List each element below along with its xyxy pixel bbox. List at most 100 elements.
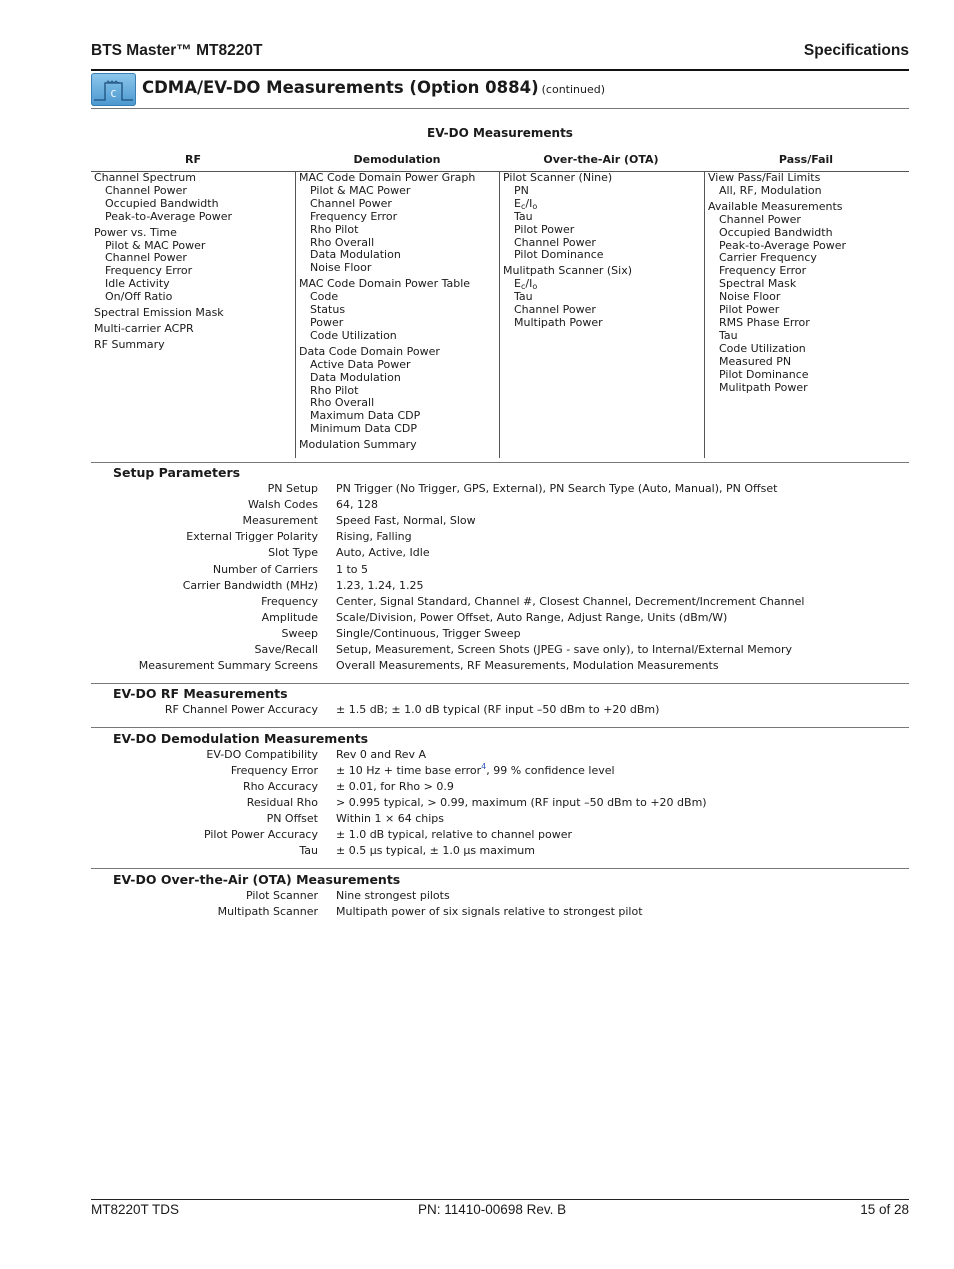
cdma-option-icon: C: [91, 73, 136, 106]
spec-value: 1 to 5: [336, 562, 369, 576]
measurement-group: Data Code Domain Power Active Data Power D…: [299, 345, 500, 436]
spec-row: PN Offset Within 1 × 64 chips: [91, 812, 909, 828]
spec-label: RF Channel Power Accuracy: [164, 703, 318, 716]
measurement-group-heading: MAC Code Domain Power Graph: [299, 171, 476, 184]
product-name: BTS Master™ MT8220T: [91, 42, 263, 59]
spec-value: Multipath power of six signals relative …: [336, 905, 643, 918]
column-pass-fail: View Pass/Fail Limits All, RF, Modulation…: [704, 171, 909, 458]
spec-label: External Trigger Polarity: [186, 530, 318, 544]
measurement-group: Multi-carrier ACPR: [94, 321, 295, 336]
measurement-item: Minimum Data CDP: [310, 422, 418, 436]
spec-value: Scale/Division, Power Offset, Auto Range…: [336, 610, 728, 624]
measurement-item: Pilot Power: [514, 222, 575, 236]
measurement-group-heading: Multi-carrier ACPR: [94, 321, 194, 335]
measurement-item: Frequency Error: [310, 209, 398, 223]
measurement-item: Data Modulation: [310, 370, 401, 384]
spec-value: Nine strongest pilots: [336, 889, 450, 902]
page-header: BTS Master™ MT8220T Specifications: [91, 42, 909, 62]
measurement-item: Mulitpath Power: [719, 380, 808, 394]
spec-value: Center, Signal Standard, Channel #, Clos…: [336, 594, 805, 608]
measurement-group: MAC Code Domain Power Graph Pilot & MAC P…: [299, 171, 500, 275]
spec-row: Save/Recall Setup, Measurement, Screen Sh…: [91, 643, 909, 659]
spec-label: Carrier Bandwidth (MHz): [182, 578, 318, 592]
rf-measurements-title: EV-DO RF Measurements: [113, 686, 288, 701]
measurement-item: Tau: [719, 328, 738, 342]
measurement-item: Channel Power: [719, 212, 801, 226]
measurement-item: RMS Phase Error: [719, 315, 810, 329]
col-header-ota: Over-the-Air (OTA): [543, 153, 659, 166]
spec-row: Walsh Codes 64, 128: [91, 498, 909, 514]
measurement-group: Modulation Summary: [299, 438, 500, 452]
section-title: CDMA/EV-DO Measurements (Option 0884) (co…: [142, 78, 605, 97]
spec-label: EV-DO Compatibility: [206, 748, 318, 761]
spec-label: Slot Type: [268, 546, 318, 560]
ota-measurements-title: EV-DO Over-the-Air (OTA) Measurements: [113, 872, 401, 887]
spec-row: Measurement Speed Fast, Normal, Slow: [91, 514, 909, 530]
measurement-item: Occupied Bandwidth: [719, 225, 833, 239]
measurement-item: Power: [310, 315, 344, 329]
spec-row: Multipath Scanner Multipath power of six …: [91, 905, 909, 921]
measurement-group-heading: Pilot Scanner (Nine): [503, 171, 613, 184]
section-title-text: CDMA/EV-DO Measurements (Option 0884): [142, 78, 539, 97]
measurement-item: Tau: [514, 209, 533, 223]
measurement-group-heading: RF Summary: [94, 337, 165, 351]
spec-value: Speed Fast, Normal, Slow: [336, 514, 476, 528]
measurement-group-heading: Mulitpath Scanner (Six): [503, 264, 633, 278]
evdo-measurements-title: EV-DO Measurements: [427, 126, 573, 140]
spec-value: ± 10 Hz + time base error4, 99 % confide…: [336, 762, 615, 778]
measurement-item: Ec/Io: [514, 196, 538, 211]
col-header-rf: RF: [185, 153, 201, 166]
measurement-group-heading: Available Measurements: [708, 199, 843, 213]
spec-label: Save/Recall: [254, 643, 318, 656]
spec-row: Frequency Error ± 10 Hz + time base error…: [91, 762, 909, 780]
measurement-item: Noise Floor: [310, 261, 372, 275]
spec-row: Pilot Power Accuracy ± 1.0 dB typical, re…: [91, 828, 909, 844]
measurement-table: Channel Spectrum Channel Power Occupied Ba…: [91, 171, 909, 458]
spec-row: Measurement Summary Screens Overall Measu…: [91, 659, 909, 675]
footnote-link[interactable]: 4: [481, 762, 486, 771]
spec-label: Residual Rho: [246, 796, 318, 809]
measurement-group-heading: Channel Spectrum: [94, 171, 196, 184]
rf-section-rule: [91, 683, 909, 684]
measurement-group: MAC Code Domain Power Table Code Status Pow…: [299, 277, 500, 343]
spec-value: Within 1 × 64 chips: [336, 812, 444, 825]
spec-label: Tau: [299, 844, 318, 857]
spec-value: 64, 128: [336, 498, 378, 512]
spec-label: Pilot Power Accuracy: [203, 828, 318, 841]
spec-value: ± 0.01, for Rho > 0.9: [336, 780, 454, 793]
measurement-item: Peak-to-Average Power: [105, 209, 232, 223]
measurement-item: Occupied Bandwidth: [105, 196, 219, 210]
measurement-item: Active Data Power: [310, 357, 411, 371]
spec-label: Sweep: [281, 626, 319, 640]
spec-value: > 0.995 typical, > 0.99, maximum (RF inp…: [336, 796, 707, 809]
measurement-table-header: RF Demodulation Over-the-Air (OTA) Pass/…: [91, 153, 909, 169]
spec-row: Sweep Single/Continuous, Trigger Sweep: [91, 627, 909, 643]
measurement-item: Rho Pilot: [310, 222, 359, 236]
spec-row: EV-DO Compatibility Rev 0 and Rev A: [91, 748, 909, 764]
spec-value: 1.23, 1.24, 1.25: [336, 578, 424, 592]
col-header-demodulation: Demodulation: [353, 153, 441, 166]
measurement-group-heading: View Pass/Fail Limits: [708, 171, 821, 184]
spec-row: Rho Accuracy ± 0.01, for Rho > 0.9: [91, 780, 909, 796]
spec-value: Rising, Falling: [336, 530, 412, 544]
spec-row: PN Setup PN Trigger (No Trigger, GPS, Ext…: [91, 482, 909, 498]
measurement-item: Pilot Dominance: [514, 248, 604, 262]
section-name: Specifications: [803, 42, 909, 59]
spec-label: PN Offset: [266, 812, 318, 825]
footer-part-number: PN: 11410-00698 Rev. B: [418, 1202, 567, 1217]
col-header-pass-fail: Pass/Fail: [778, 153, 834, 166]
measurement-item: Pilot & MAC Power: [310, 183, 411, 197]
spec-label: Measurement: [242, 514, 318, 528]
spec-label: PN Setup: [267, 482, 318, 495]
spec-value: PN Trigger (No Trigger, GPS, External), …: [336, 482, 778, 495]
measurement-group: Available Measurements Channel Power Occup…: [708, 199, 909, 395]
measurement-group: Channel Spectrum Channel Power Occupied Ba…: [94, 171, 295, 224]
measurement-item: Pilot Dominance: [719, 367, 809, 381]
measurement-item: Code Utilization: [310, 328, 397, 342]
spec-label: Measurement Summary Screens: [138, 659, 318, 673]
ota-section-rule: [91, 868, 909, 869]
measurement-group-heading: Modulation Summary: [299, 438, 417, 452]
measurement-item: PN: [514, 183, 529, 197]
spec-value: ± 1.0 dB typical, relative to channel po…: [336, 828, 572, 841]
measurement-item: Ec/Io: [514, 277, 538, 292]
